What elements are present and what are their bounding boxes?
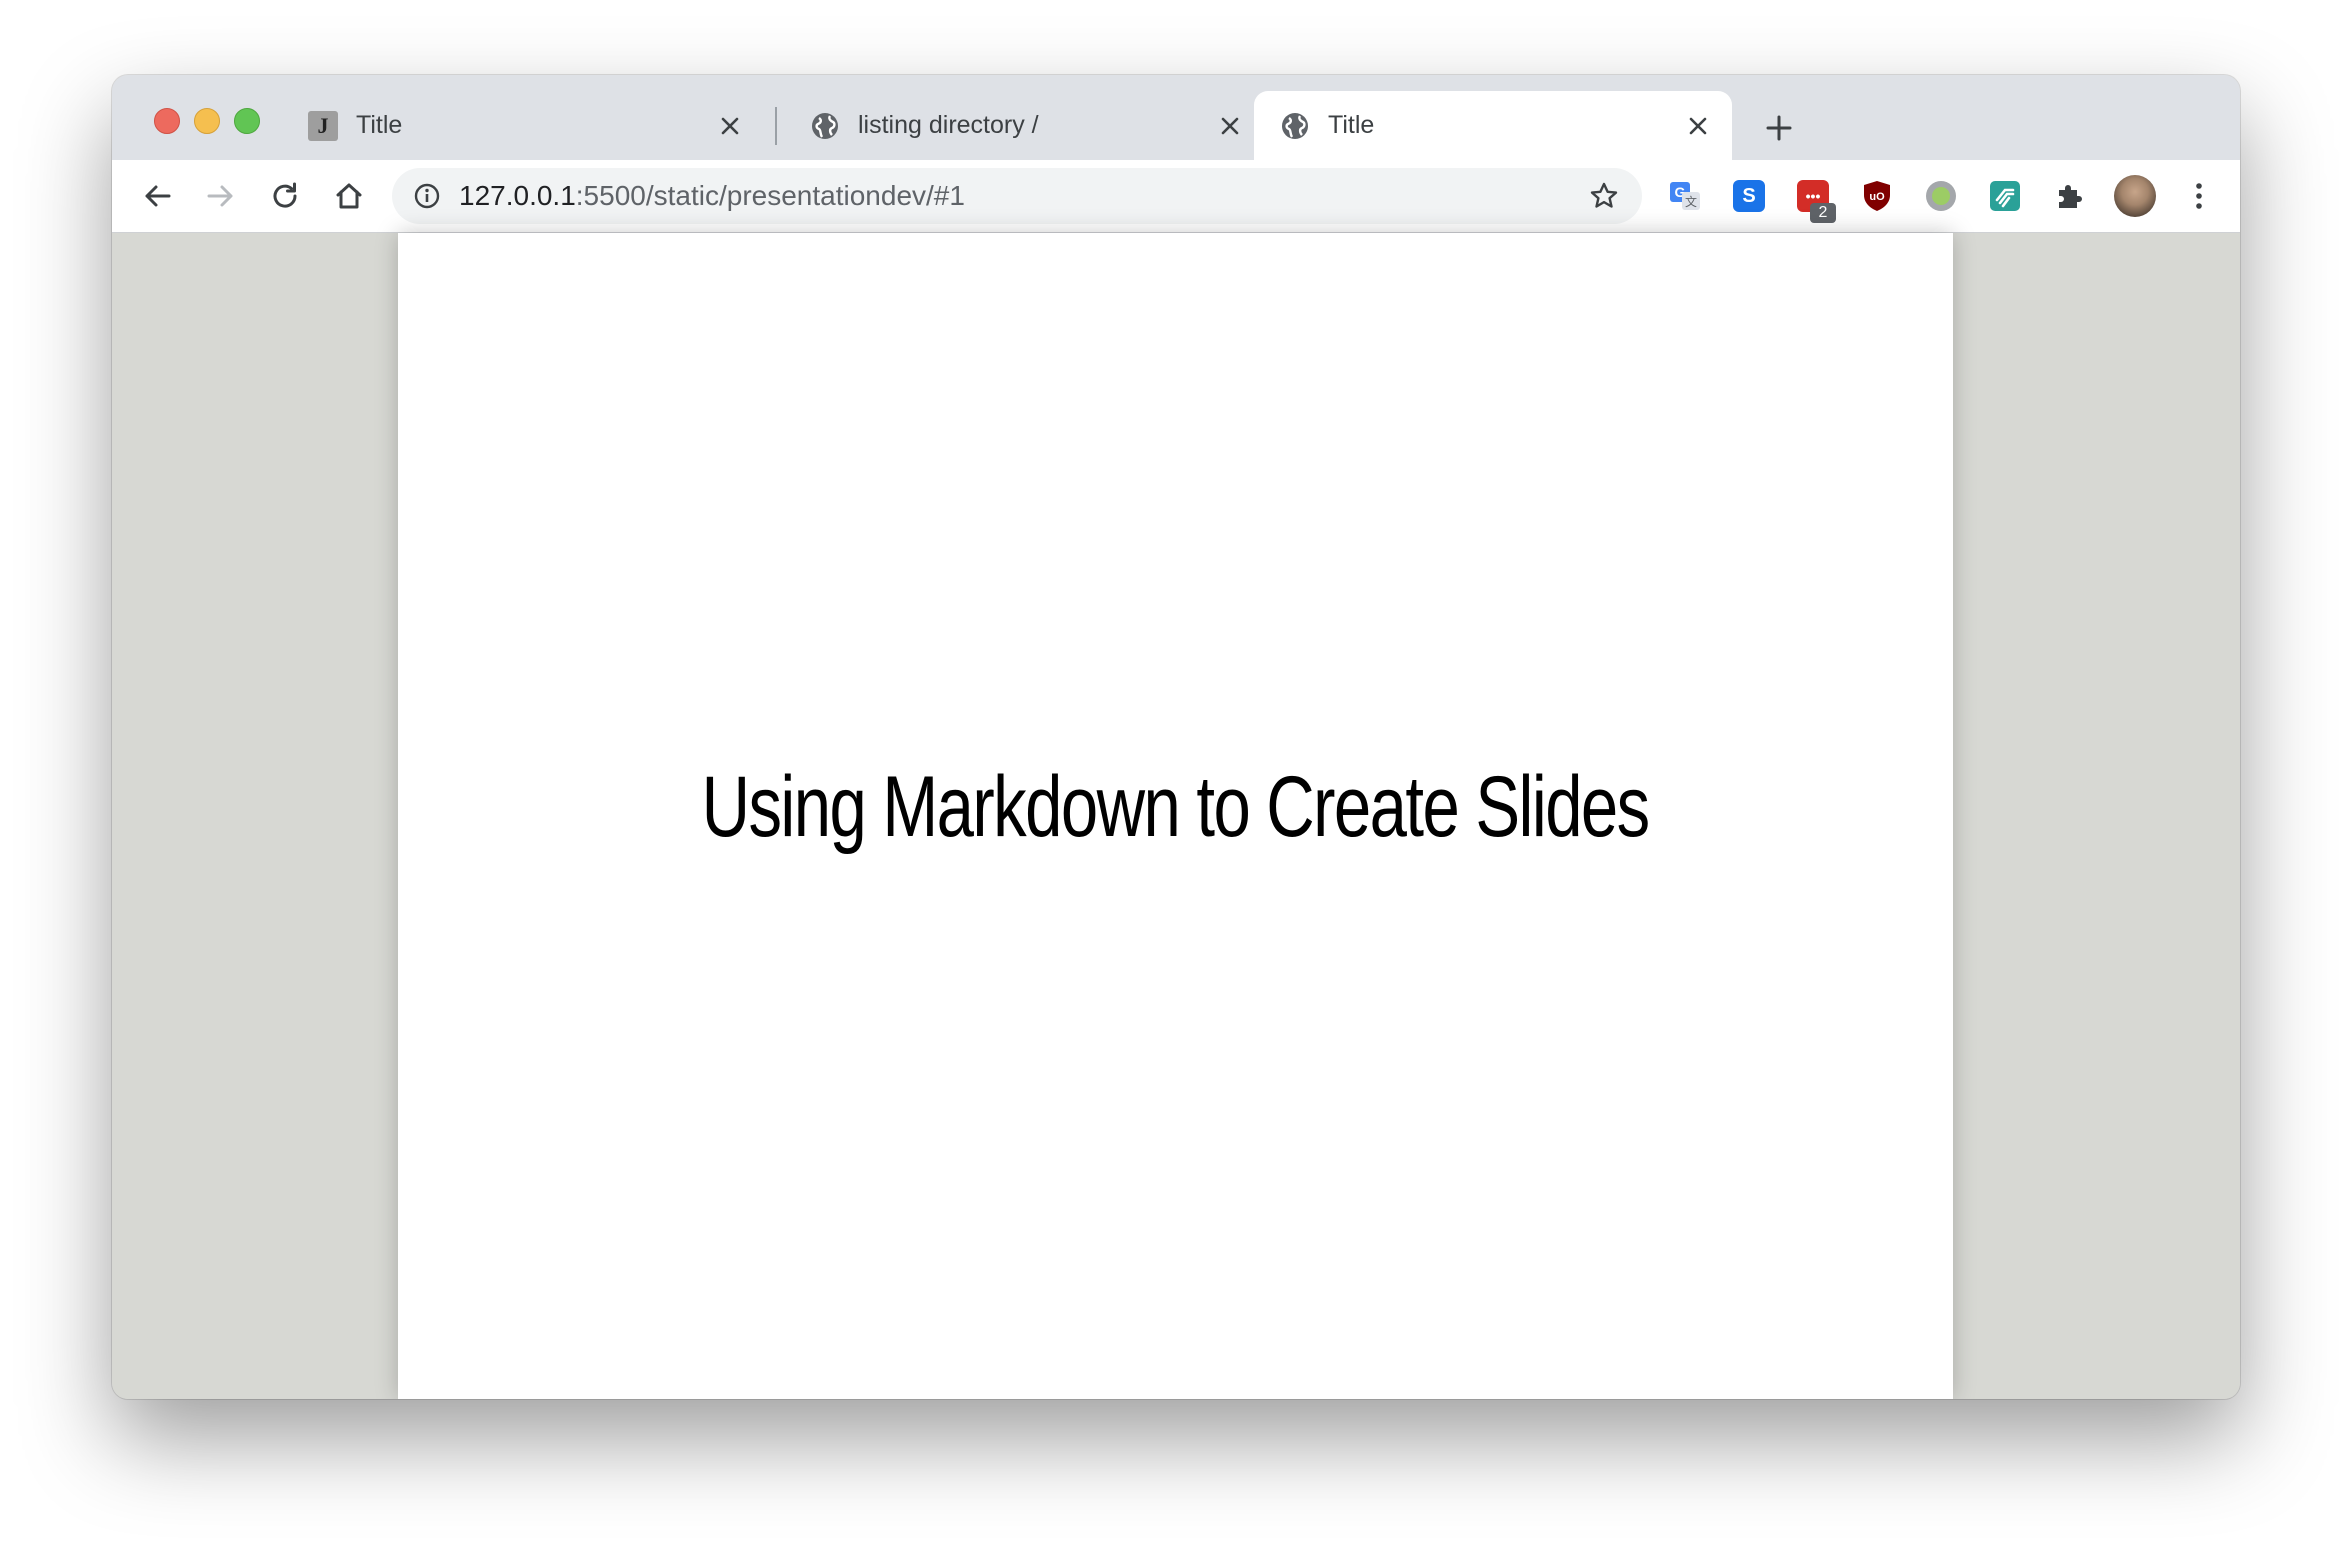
browser-window: J Title listing directory / Title 127.0.… xyxy=(112,75,2240,1399)
browser-toolbar: 127.0.0.1:5500/static/presentationdev/#1… xyxy=(112,160,2240,233)
s-extension-label: S xyxy=(1733,180,1765,212)
page-viewport: Using Markdown to Create Slides xyxy=(112,233,2240,1399)
tab-2[interactable]: listing directory / xyxy=(784,91,1264,160)
svg-text:文: 文 xyxy=(1685,194,1697,209)
s-extension-icon[interactable]: S xyxy=(1732,179,1766,213)
tab-title: listing directory / xyxy=(858,111,1039,139)
url-host: 127.0.0.1 xyxy=(459,180,576,211)
tab-title: Title xyxy=(356,111,403,139)
j-logo-icon: J xyxy=(308,110,338,141)
google-translate-icon[interactable]: G 文 xyxy=(1668,179,1702,213)
globe-icon xyxy=(810,111,840,141)
profile-avatar[interactable] xyxy=(2114,175,2156,217)
bookmark-star-icon[interactable] xyxy=(1588,180,1620,212)
globe-icon xyxy=(1280,111,1310,141)
address-bar[interactable]: 127.0.0.1:5500/static/presentationdev/#1 xyxy=(392,168,1642,224)
plus-icon xyxy=(1766,115,1792,141)
maximize-window-button[interactable] xyxy=(234,108,260,134)
extensions-puzzle-icon[interactable] xyxy=(2052,179,2086,213)
tab-title: Title xyxy=(1328,111,1375,139)
url-path: :5500/static/presentationdev/#1 xyxy=(575,180,965,211)
arrow-right-icon xyxy=(207,185,233,207)
arrow-left-icon xyxy=(145,185,171,207)
feedly-like-icon[interactable] xyxy=(1988,179,2022,213)
tab-strip: J Title listing directory / Title xyxy=(112,75,2240,160)
back-button[interactable] xyxy=(138,177,176,215)
presentation-slide[interactable]: Using Markdown to Create Slides xyxy=(398,233,1953,1399)
minimize-window-button[interactable] xyxy=(194,108,220,134)
new-tab-button[interactable] xyxy=(1762,111,1796,145)
ublock-label: uO xyxy=(1869,191,1885,203)
close-tab-icon[interactable] xyxy=(1216,112,1244,140)
tab-3-active[interactable]: Title xyxy=(1254,91,1732,160)
reload-icon xyxy=(273,182,297,208)
close-window-button[interactable] xyxy=(154,108,180,134)
ublock-origin-icon[interactable]: uO xyxy=(1860,179,1894,213)
tab-separator xyxy=(775,107,777,145)
menu-kebab-icon[interactable] xyxy=(2182,179,2216,213)
url-text[interactable]: 127.0.0.1:5500/static/presentationdev/#1 xyxy=(459,181,965,211)
avatar-image xyxy=(2114,175,2156,217)
home-button[interactable] xyxy=(330,177,368,215)
circle-extension-icon[interactable] xyxy=(1924,179,1958,213)
reload-button[interactable] xyxy=(266,177,304,215)
info-icon[interactable] xyxy=(412,181,442,211)
lastpass-icon[interactable]: ••• 2 xyxy=(1796,179,1836,223)
home-icon xyxy=(336,183,362,209)
notification-badge: 2 xyxy=(1810,203,1836,223)
forward-button[interactable] xyxy=(202,177,240,215)
close-tab-icon[interactable] xyxy=(716,112,744,140)
slide-title: Using Markdown to Create Slides xyxy=(701,758,1651,855)
close-tab-icon[interactable] xyxy=(1684,112,1712,140)
tab-1[interactable]: J Title xyxy=(282,91,764,160)
